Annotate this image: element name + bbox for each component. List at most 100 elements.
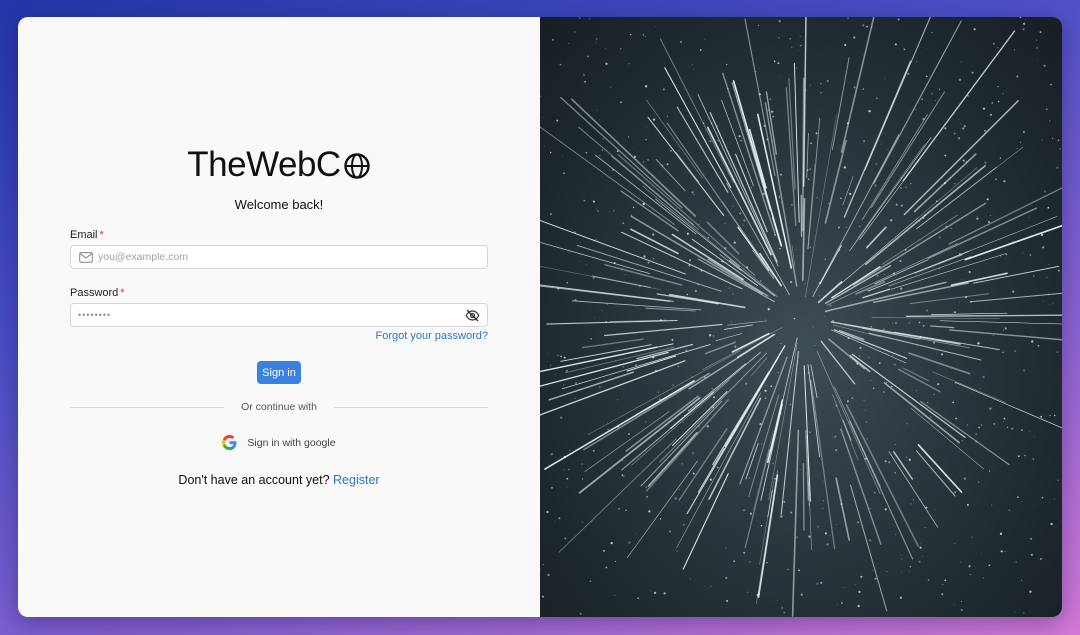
star (870, 508, 871, 510)
star (841, 602, 843, 604)
star (552, 39, 554, 41)
star (595, 42, 597, 44)
star (978, 417, 980, 418)
star (1043, 64, 1046, 67)
star-streak (866, 226, 887, 249)
star (592, 277, 595, 279)
star (931, 32, 933, 34)
star (938, 88, 941, 90)
star (748, 560, 752, 563)
star (933, 341, 936, 344)
star (1059, 148, 1061, 150)
star (955, 478, 957, 479)
star (991, 102, 994, 104)
star (832, 436, 834, 438)
star (980, 424, 983, 426)
star (584, 80, 587, 83)
register-link[interactable]: Register (333, 473, 380, 487)
sign-in-button[interactable]: Sign in (257, 361, 301, 384)
star (592, 200, 595, 203)
star (960, 561, 962, 563)
star (845, 226, 847, 228)
star-streak (908, 352, 971, 375)
star (890, 219, 893, 222)
star (995, 178, 998, 181)
email-field[interactable]: you@example.com (70, 245, 488, 269)
starfield-image (540, 17, 1062, 617)
star-streak (954, 381, 1062, 429)
star (732, 205, 734, 207)
star (566, 477, 569, 480)
star (872, 387, 875, 389)
forgot-password-link[interactable]: Forgot your password? (376, 330, 489, 342)
star (691, 413, 693, 415)
star (765, 318, 766, 320)
star-streak (905, 314, 1062, 317)
star (738, 135, 741, 138)
star (565, 369, 568, 372)
password-field[interactable]: •••••••• (70, 303, 488, 327)
star (809, 168, 812, 171)
star (1003, 417, 1006, 420)
star (1041, 496, 1044, 499)
star-streak (739, 356, 788, 485)
star (795, 248, 797, 250)
star (624, 273, 626, 276)
star (883, 274, 885, 275)
star (866, 437, 868, 440)
star (652, 118, 656, 121)
star (617, 399, 619, 401)
star (884, 77, 886, 79)
star (1030, 553, 1033, 556)
star (645, 486, 648, 489)
star (730, 321, 732, 323)
star (1040, 233, 1044, 237)
star (984, 339, 986, 341)
star (594, 317, 596, 319)
star (541, 595, 544, 598)
star-streak (812, 134, 900, 298)
star-streak (704, 341, 736, 355)
star (900, 204, 903, 207)
star (666, 115, 669, 117)
star (772, 462, 775, 465)
star (694, 289, 698, 293)
star-streak (702, 327, 783, 370)
star (1038, 50, 1039, 52)
star (625, 509, 627, 512)
star-streak (909, 293, 989, 305)
star-streak (744, 18, 776, 177)
star (693, 194, 695, 196)
star (799, 469, 801, 470)
star-streak (802, 463, 805, 531)
star (1050, 83, 1052, 86)
star (955, 417, 958, 420)
star (551, 486, 553, 489)
star-streak (626, 355, 677, 372)
star (708, 334, 712, 337)
star (743, 133, 745, 135)
star (549, 151, 552, 154)
star (686, 232, 689, 235)
star (725, 547, 727, 549)
star (960, 61, 962, 63)
star (568, 252, 570, 254)
eye-off-icon[interactable] (465, 309, 480, 322)
star (1022, 22, 1026, 25)
star (739, 212, 742, 215)
star (776, 599, 778, 602)
star (654, 591, 657, 594)
star (924, 526, 926, 529)
star (927, 48, 929, 49)
star (809, 246, 811, 249)
star (632, 206, 635, 209)
star (564, 537, 567, 540)
star (878, 362, 881, 364)
star (900, 383, 902, 385)
star (578, 17, 581, 19)
star (712, 335, 715, 337)
google-sign-in-button[interactable]: Sign in with google (70, 435, 488, 450)
star (843, 587, 845, 589)
star (958, 301, 960, 303)
star (745, 382, 748, 385)
